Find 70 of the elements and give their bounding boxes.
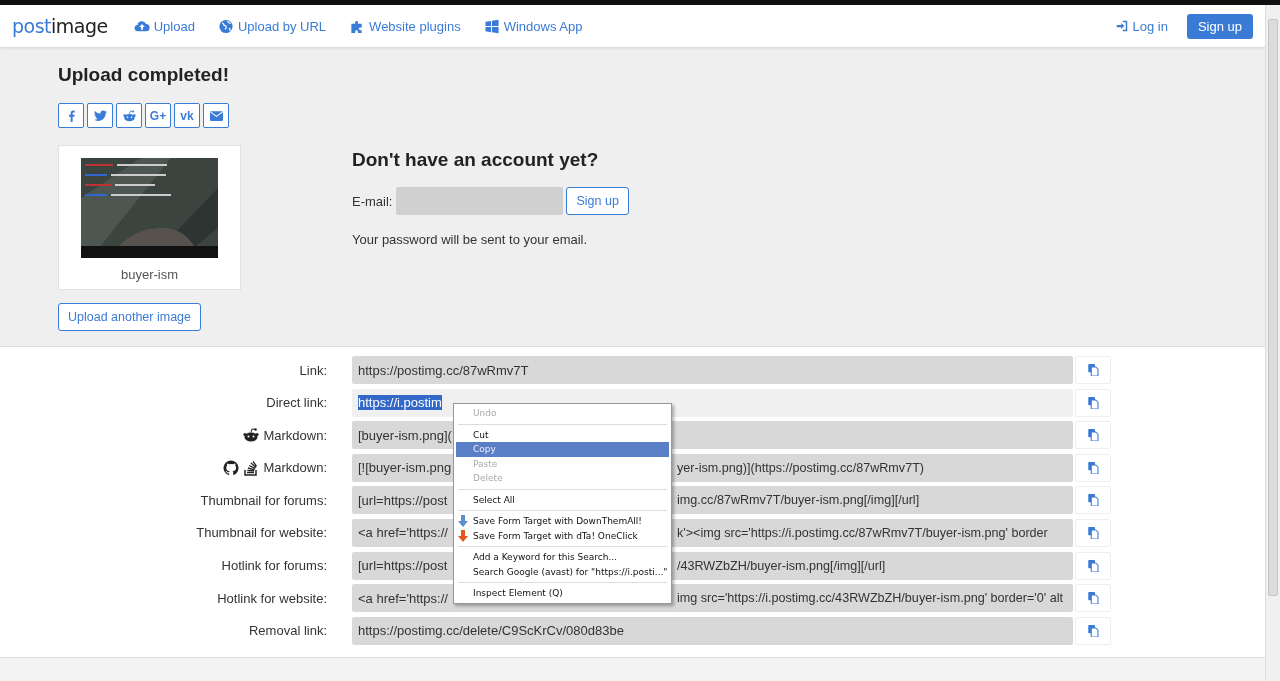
copy-button[interactable] (1075, 421, 1111, 450)
copy-button[interactable] (1075, 584, 1111, 613)
share-button[interactable] (203, 103, 229, 128)
share-button[interactable]: vk (174, 103, 200, 128)
reddit-icon (122, 109, 136, 122)
copy-button[interactable] (1075, 388, 1111, 417)
field-label: Markdown: (263, 427, 327, 443)
copy-icon (1087, 461, 1099, 474)
nav-link[interactable]: Upload by URL (217, 18, 327, 34)
copy-icon (1087, 592, 1099, 605)
envelope-icon (209, 109, 223, 122)
globe-icon (217, 18, 234, 34)
copy-icon (1087, 396, 1099, 409)
copy-icon (1087, 559, 1099, 572)
logo[interactable]: postimage (12, 15, 108, 37)
account-heading: Don't have an account yet? (352, 149, 600, 171)
field-label: Hotlink for forums: (221, 558, 327, 574)
copy-button[interactable] (1075, 518, 1111, 547)
copy-button[interactable] (1075, 616, 1111, 645)
menu-item[interactable]: Inspect Element (Q) (456, 586, 669, 601)
field-label: Hotlink for website: (217, 590, 327, 606)
nav-link[interactable]: Windows App (483, 18, 583, 34)
share-button[interactable]: G+ (145, 103, 171, 128)
password-note: Your password will be sent to your email. (352, 232, 589, 247)
field-label: Direct link: (266, 395, 327, 411)
share-button[interactable] (87, 103, 113, 128)
scrollbar[interactable] (1265, 5, 1280, 681)
stacked-trays-icon (243, 459, 260, 476)
email-label: E-mail: (352, 193, 393, 209)
link-field[interactable]: https://postimg.cc/delete/C9ScKrCv/080d83be (352, 616, 1073, 645)
field-label: Removal link: (248, 623, 327, 639)
menu-item[interactable]: Cut (456, 427, 669, 442)
image-caption: buyer-ism (120, 267, 179, 282)
copy-icon (1087, 494, 1099, 507)
menu-item[interactable]: Select All (456, 492, 669, 507)
email-field[interactable] (396, 187, 564, 215)
copy-button[interactable] (1075, 486, 1111, 515)
copy-button[interactable] (1075, 551, 1111, 580)
copy-button[interactable] (1075, 356, 1111, 384)
copy-button[interactable] (1075, 453, 1111, 482)
field-label: Markdown: (263, 460, 327, 476)
link-field[interactable]: https://postimg.cc/87wRmv7T (352, 356, 1073, 384)
field-label: Link: (299, 362, 327, 378)
menu-item[interactable]: Save Form Target with dTa! OneClick (456, 528, 669, 543)
upload-another-button[interactable]: Upload another image (58, 303, 201, 331)
nav-link[interactable]: Website plugins (349, 18, 461, 34)
arrow-down-icon (458, 515, 468, 528)
menu-item[interactable]: Search Google (avast) for "https://i.posti..." (456, 564, 669, 579)
sign-up-button[interactable]: Sign up (1186, 13, 1253, 39)
copy-icon (1087, 526, 1099, 539)
field-label: Thumbnail for forums: (200, 492, 327, 508)
sign-up-button[interactable]: Sign up (566, 187, 629, 215)
page-heading: Upload completed! (58, 64, 230, 86)
copy-icon (1087, 624, 1099, 637)
share-button[interactable] (58, 103, 84, 128)
windows-icon (483, 18, 500, 34)
cat-icon (223, 459, 240, 476)
copy-icon (1087, 364, 1099, 376)
arrow-down-icon (458, 529, 468, 542)
nav-link[interactable]: Upload (133, 18, 195, 34)
share-button[interactable] (116, 103, 142, 128)
reddit-icon (243, 427, 260, 444)
login-link[interactable]: Log in (1116, 18, 1168, 34)
copy-icon (1087, 429, 1099, 442)
field-label: Thumbnail for website: (196, 525, 327, 541)
menu-item[interactable]: Copy (456, 442, 669, 457)
menu-item[interactable]: Add a Keyword for this Search... (456, 550, 669, 565)
cloud-upload-icon (133, 18, 150, 34)
bird-icon (93, 109, 107, 122)
sign-in-icon (1116, 20, 1129, 32)
